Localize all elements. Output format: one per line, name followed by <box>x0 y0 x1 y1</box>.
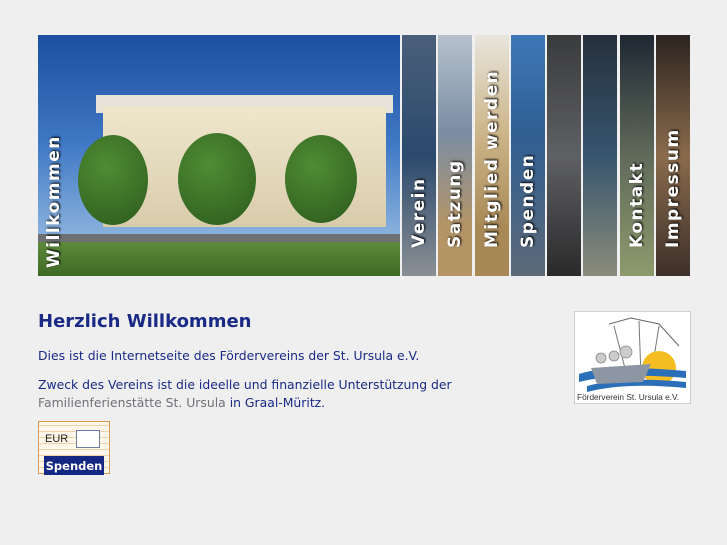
logo-caption: Förderverein St. Ursula e.V. <box>577 392 680 402</box>
logo-graphic <box>579 317 686 392</box>
purpose-text: Zweck des Vereins ist die ideelle und fi… <box>38 376 578 412</box>
intro-text: Dies ist die Internetseite des Förderver… <box>38 348 420 363</box>
nav-item-impressum[interactable]: Impressum <box>656 35 690 276</box>
donation-widget: EUR Spenden <box>38 421 110 475</box>
navigation-banner: Willkommen Verein Satzung Mitglied werde… <box>38 35 691 276</box>
nav-item-satzung[interactable]: Satzung <box>438 35 472 276</box>
currency-label: EUR <box>45 433 69 445</box>
page-title: Herzlich Willkommen <box>38 311 252 332</box>
purpose-text-end: in Graal-Müritz. <box>229 395 326 410</box>
nav-label-willkommen: Willkommen <box>44 135 64 268</box>
nav-label-satzung: Satzung <box>445 159 465 248</box>
tree <box>178 133 256 225</box>
donate-button[interactable]: Spenden <box>44 456 104 475</box>
nav-item-photo-dark[interactable] <box>547 35 581 276</box>
nav-label-verein: Verein <box>409 177 429 248</box>
nav-item-spenden[interactable]: Spenden <box>511 35 545 276</box>
familienferienstaette-link[interactable]: Familienferienstätte St. Ursula <box>38 395 226 410</box>
donation-amount-input[interactable] <box>76 430 100 448</box>
lawn <box>38 242 400 276</box>
nav-label-kontakt: Kontakt <box>627 161 647 248</box>
tree <box>285 135 357 223</box>
nav-label-mitglied-werden: Mitglied werden <box>482 69 502 248</box>
nav-item-photo-sea[interactable] <box>583 35 617 276</box>
tree <box>78 135 148 225</box>
nav-label-impressum: Impressum <box>663 128 683 248</box>
nav-item-willkommen[interactable]: Willkommen <box>38 35 400 276</box>
nav-item-verein[interactable]: Verein <box>402 35 436 276</box>
nav-label-spenden: Spenden <box>518 153 538 248</box>
purpose-text-start: Zweck des Vereins ist die ideelle und fi… <box>38 377 452 392</box>
association-logo: Förderverein St. Ursula e.V. <box>574 311 691 404</box>
nav-item-kontakt[interactable]: Kontakt <box>620 35 654 276</box>
nav-item-mitglied-werden[interactable]: Mitglied werden <box>475 35 509 276</box>
